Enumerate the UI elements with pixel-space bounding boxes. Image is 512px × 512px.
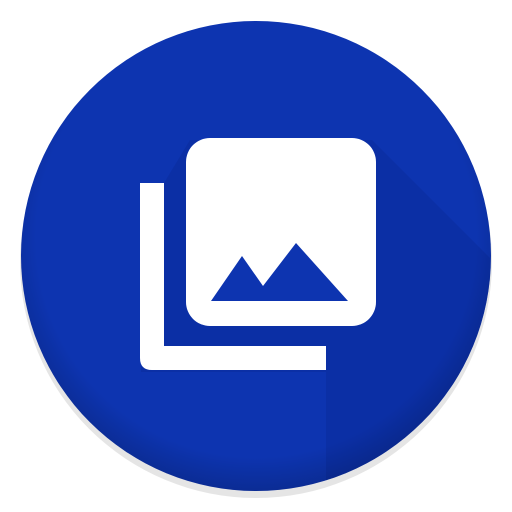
app-icon-graphic (20, 21, 492, 498)
gallery-app-icon[interactable] (0, 0, 512, 512)
